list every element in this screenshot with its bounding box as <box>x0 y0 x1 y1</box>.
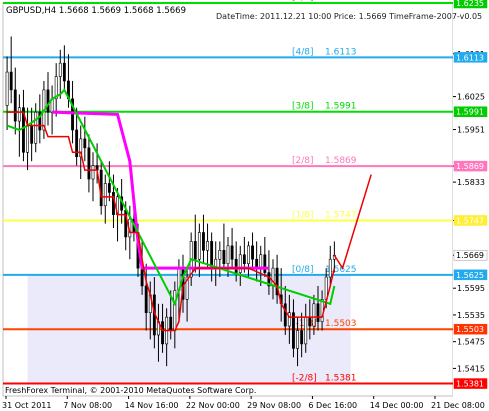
chart-window: [5/8] 1.6235 [4/8] 1.6113 [3/8] 1.5991 [2/8] 1.… <box>0 0 489 411</box>
candle-body <box>312 303 316 327</box>
candle-body <box>247 245 250 264</box>
level-price: 1.5869 <box>325 156 357 166</box>
candle-body <box>62 62 66 82</box>
candle-body <box>230 245 234 260</box>
candle-body <box>83 138 87 149</box>
x-tick-label: 6 Dec 16:00 <box>308 401 357 410</box>
level-price: 1.5503 <box>325 319 357 329</box>
candle-body <box>193 241 197 260</box>
y-tick-label: 1.5833 <box>457 178 485 187</box>
candle-body <box>87 147 91 180</box>
chart-title: GBPUSD,H4 1.5668 1.5669 1.5668 1.5669 <box>6 6 186 16</box>
axis-price-tag-label: 1.5869 <box>456 162 484 171</box>
candle-body <box>161 321 164 345</box>
candle-body <box>197 232 201 260</box>
candle-body <box>259 254 263 269</box>
candle-body <box>304 316 308 345</box>
level-price: 1.6113 <box>325 47 357 57</box>
candle-body <box>308 316 312 327</box>
y-tick-label: 1.5415 <box>457 364 485 373</box>
level-label: [5/8] <box>292 0 314 3</box>
axis-price-tag-label: 1.6113 <box>456 53 484 62</box>
y-tick-label: 1.5951 <box>457 126 485 135</box>
axis-price-tag-label: 1.5991 <box>456 108 484 117</box>
candle-body <box>9 71 13 91</box>
candle-body <box>46 89 50 113</box>
axis-price-tag-label: 1.5381 <box>456 380 484 389</box>
axis-price-tag-label: 1.5625 <box>456 271 484 280</box>
candle-body <box>173 290 177 331</box>
level-label: [2/8] <box>292 156 314 166</box>
level-label: [1/8] <box>292 210 314 220</box>
axis-price-tag-label: 1.5503 <box>456 325 484 334</box>
candle-body <box>91 165 95 180</box>
x-tick-label: 7 Nov 08:00 <box>63 401 112 410</box>
x-tick-label: 14 Dec 00:00 <box>370 401 424 410</box>
candle-body <box>316 303 320 322</box>
level-label: [3/8] <box>292 102 314 112</box>
axis-price-tag-label: 1.5669 <box>456 251 484 260</box>
level-label: [-2/8] <box>292 374 317 384</box>
level-label: [4/8] <box>292 47 314 57</box>
x-tick-label: 14 Nov 16:00 <box>125 401 179 410</box>
candle-body <box>242 254 246 264</box>
candle-body <box>30 125 34 144</box>
candle-body <box>13 89 17 122</box>
candle-body <box>107 183 111 193</box>
level-price: 1.5747 <box>325 210 357 220</box>
candle-body <box>218 250 222 260</box>
axis-price-tag-label: 1.5747 <box>456 216 484 225</box>
candle-body <box>263 254 267 273</box>
y-tick-label: 1.5475 <box>457 338 485 347</box>
level-price: 1.5381 <box>325 374 357 384</box>
candle-body <box>283 303 287 327</box>
candle-body <box>202 232 205 251</box>
candle-body <box>222 250 226 264</box>
y-tick-label: 1.6025 <box>457 93 485 102</box>
level-price: 1.5991 <box>325 102 357 112</box>
x-tick-label: 22 Nov 00:00 <box>186 401 240 410</box>
candle-body <box>320 299 324 322</box>
chart-canvas: [5/8] 1.6235 [4/8] 1.6113 [3/8] 1.5991 [2/8] 1.… <box>0 0 489 411</box>
candle-body <box>328 258 332 278</box>
y-axis-layer: 1.61211.60251.59511.58691.58331.57471.56… <box>453 0 489 411</box>
x-tick-label: 29 Nov 08:00 <box>247 401 301 410</box>
candle-body <box>206 241 209 251</box>
candle-body <box>5 71 9 106</box>
footer-copyright: FreshForex Terminal, © 2001-2010 MetaQuo… <box>5 386 256 395</box>
candle-body <box>234 258 238 273</box>
x-tick-label: 31 Oct 2011 <box>2 401 51 410</box>
indicator-info: DateTime: 2011.12.21 10:00 Price: 1.5669… <box>216 12 482 21</box>
axis-price-tag-label: 1.6235 <box>456 0 484 8</box>
candle-body <box>251 245 254 260</box>
candle-body <box>210 241 214 269</box>
candle-body <box>296 330 299 349</box>
candle-body <box>292 312 295 349</box>
candle-body <box>34 111 38 144</box>
candle-body <box>144 285 148 314</box>
level-price: 1.6235 <box>325 0 357 3</box>
candle-body <box>169 316 173 331</box>
level-label: [0/8] <box>292 265 314 275</box>
x-tick-label: 21 Dec 08:00 <box>431 401 485 410</box>
candle-body <box>103 183 107 207</box>
candle-body <box>238 254 242 273</box>
candle-body <box>17 107 21 122</box>
candle-body <box>26 125 29 153</box>
candle-body <box>58 62 62 77</box>
y-tick-label: 1.5595 <box>457 284 485 293</box>
candle-body <box>226 245 230 264</box>
y-tick-label: 1.5535 <box>457 311 485 320</box>
candle-body <box>140 267 144 287</box>
candle-body <box>300 330 304 345</box>
